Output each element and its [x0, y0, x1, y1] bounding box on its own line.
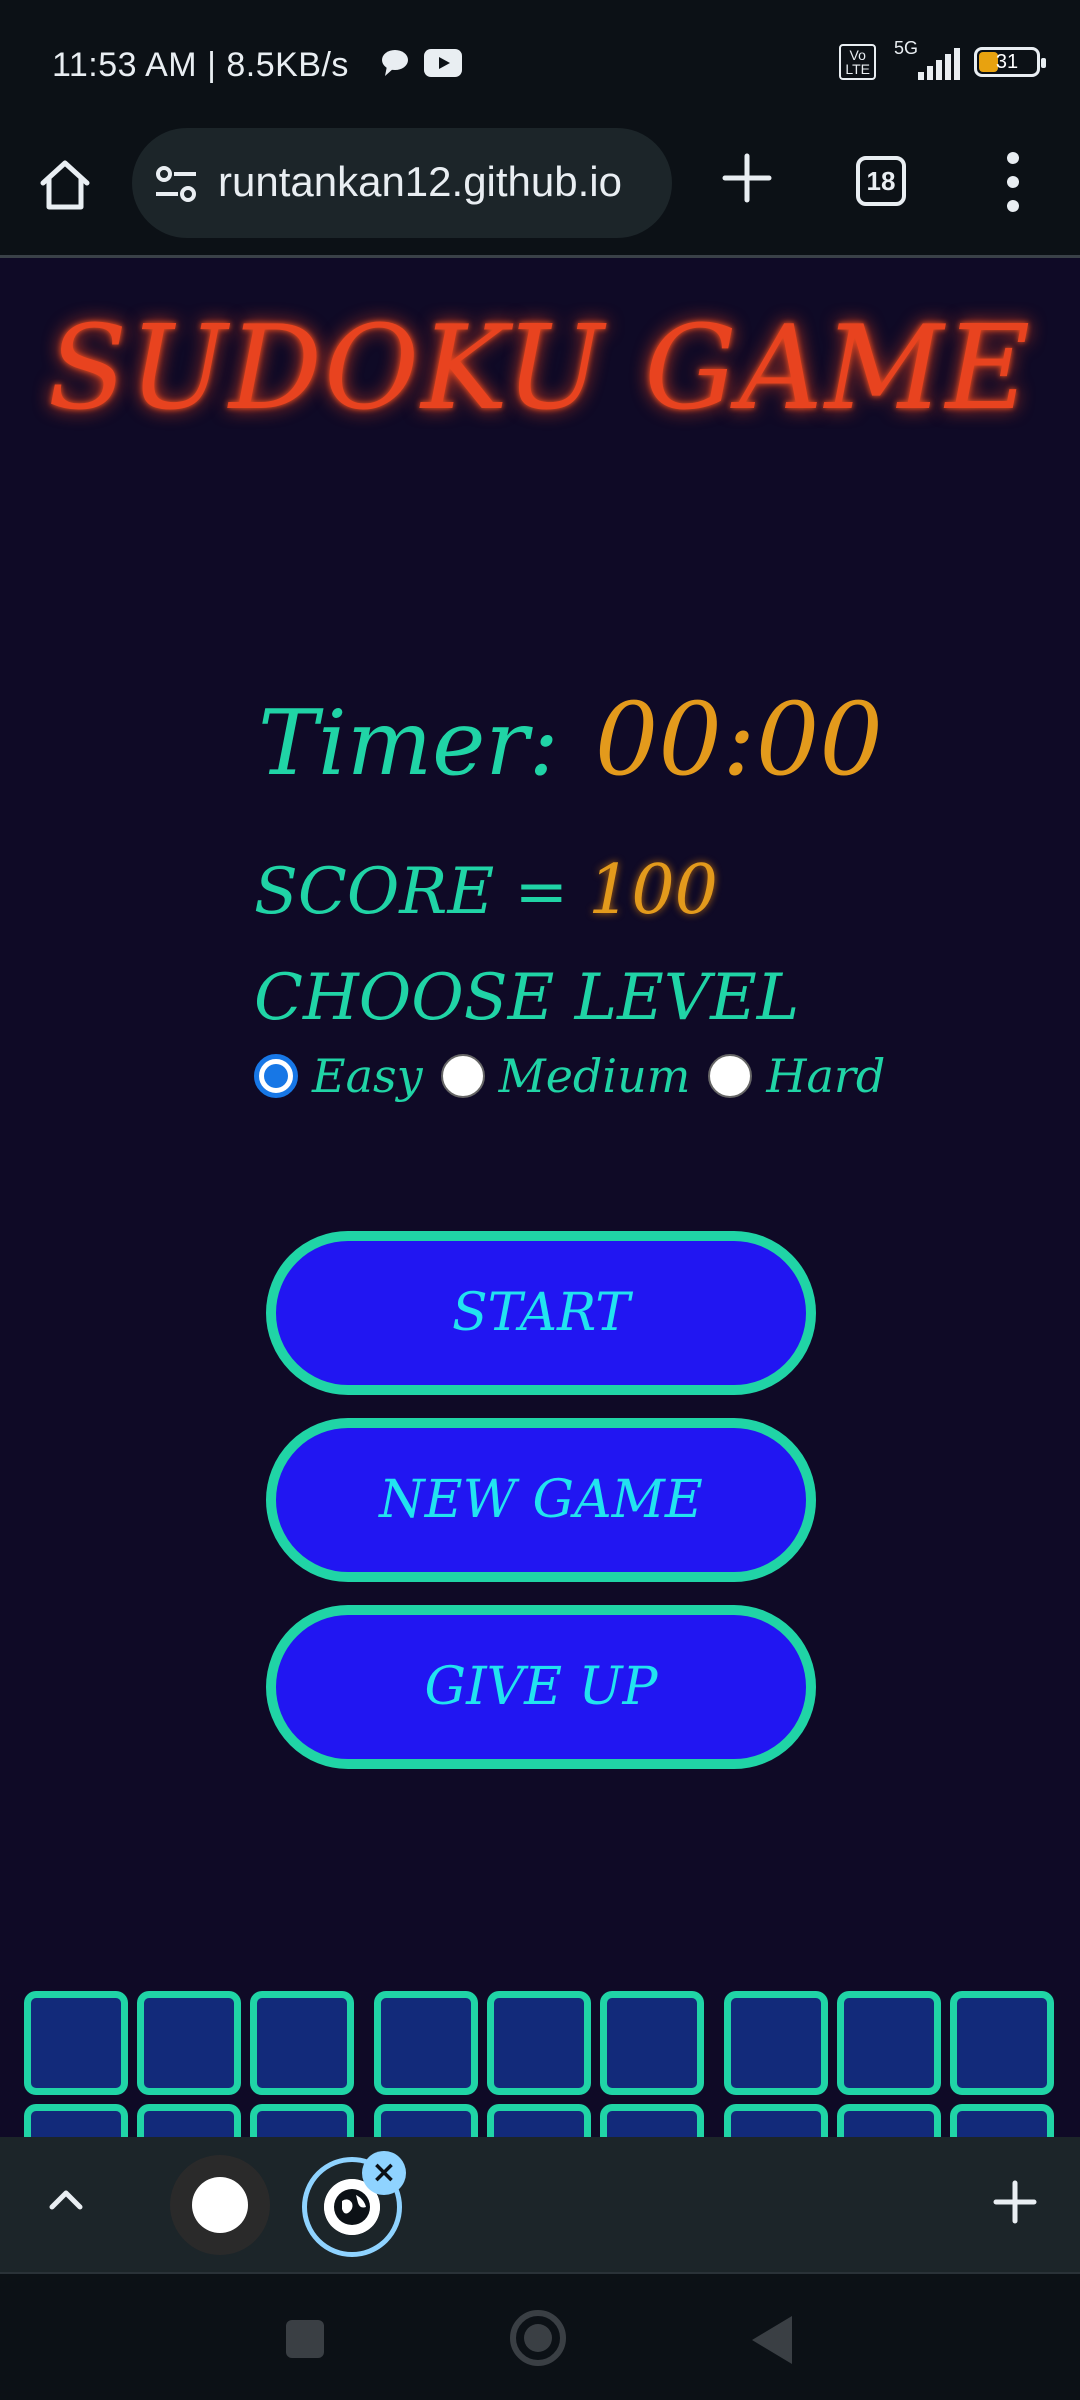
back-button[interactable]	[752, 2316, 792, 2364]
sudoku-cell[interactable]	[487, 2104, 591, 2137]
battery-text: 31	[995, 51, 1019, 73]
sudoku-cell[interactable]	[600, 2104, 704, 2137]
volte-icon: Vo LTE	[839, 44, 876, 80]
start-button[interactable]: START	[266, 1231, 816, 1395]
radio-easy-label[interactable]: Easy	[312, 1049, 423, 1103]
radio-hard-label[interactable]: Hard	[766, 1049, 885, 1103]
radio-medium-label[interactable]: Medium	[499, 1049, 691, 1103]
radio-easy[interactable]	[254, 1054, 298, 1098]
timer: Timer: 00:00	[258, 681, 883, 798]
sudoku-cell[interactable]	[950, 1991, 1054, 2095]
score: SCORE = 100	[254, 851, 718, 930]
chat-bubble-icon	[382, 50, 408, 76]
address-bar[interactable]: runtankan12.github.io	[132, 128, 672, 238]
close-icon[interactable]: ×	[362, 2151, 406, 2195]
sudoku-cell[interactable]	[837, 1991, 941, 2095]
sudoku-cell[interactable]	[724, 1991, 828, 2095]
plus-icon	[722, 153, 772, 203]
timer-value: 00:00	[594, 681, 883, 798]
sudoku-cell[interactable]	[374, 2104, 478, 2137]
home-button[interactable]	[30, 150, 100, 220]
status-time: 11:53 AM | 8.5KB/s	[52, 46, 349, 84]
url-text: runtankan12.github.io	[218, 158, 622, 205]
blank-page-icon	[192, 2177, 248, 2233]
sudoku-cell[interactable]	[137, 1991, 241, 2095]
level-label: CHOOSE LEVEL	[254, 961, 800, 1035]
system-nav-bar	[0, 2272, 1080, 2400]
page-content: SUDOKU GAME Timer: 00:00 SCORE = 100 CHO…	[0, 261, 1080, 2137]
more-vert-icon[interactable]	[990, 152, 1036, 212]
add-tab-button[interactable]	[990, 2167, 1040, 2237]
notification-icons	[380, 48, 462, 78]
tab-strip: ×	[0, 2137, 1080, 2272]
sudoku-cell[interactable]	[137, 2104, 241, 2137]
plus-icon	[993, 2180, 1037, 2224]
score-label: SCORE =	[254, 855, 569, 929]
sudoku-cell[interactable]	[724, 2104, 828, 2137]
radio-medium[interactable]	[440, 1054, 485, 1098]
sudoku-cell[interactable]	[250, 2104, 354, 2137]
home-nav-button[interactable]	[510, 2310, 566, 2366]
recents-button[interactable]	[286, 2320, 324, 2358]
timer-label: Timer:	[258, 691, 559, 796]
sudoku-cell[interactable]	[950, 2104, 1054, 2137]
signal-icon: 5G	[890, 38, 960, 80]
chevron-up-icon[interactable]	[44, 2177, 88, 2221]
tab-thumbnail[interactable]	[170, 2155, 270, 2255]
level-options: Easy Medium Hard	[254, 1049, 903, 1103]
youtube-icon	[424, 49, 462, 77]
battery-icon: 31	[974, 47, 1046, 77]
sudoku-cell[interactable]	[837, 2104, 941, 2137]
radio-hard[interactable]	[708, 1054, 753, 1098]
sudoku-cell[interactable]	[24, 2104, 128, 2137]
network-type: 5G	[894, 38, 919, 58]
score-value: 100	[588, 851, 718, 930]
sudoku-cell[interactable]	[24, 1991, 128, 2095]
sudoku-cell[interactable]	[250, 1991, 354, 2095]
give-up-button[interactable]: GIVE UP	[266, 1605, 816, 1769]
tab-switcher-button[interactable]: 18	[856, 156, 906, 206]
sudoku-cell[interactable]	[374, 1991, 478, 2095]
new-tab-button[interactable]	[712, 150, 782, 220]
sudoku-cell[interactable]	[487, 1991, 591, 2095]
status-bar: 11:53 AM | 8.5KB/s Vo LTE 5G 31	[0, 0, 1080, 128]
sudoku-cell[interactable]	[600, 1991, 704, 2095]
browser-toolbar: runtankan12.github.io 18	[0, 128, 1080, 258]
home-icon	[40, 160, 90, 210]
status-right-icons: Vo LTE 5G 31	[839, 38, 1046, 80]
new-game-button[interactable]: NEW GAME	[266, 1418, 816, 1582]
tune-icon[interactable]	[154, 164, 198, 204]
game-title: SUDOKU GAME	[47, 301, 1033, 436]
